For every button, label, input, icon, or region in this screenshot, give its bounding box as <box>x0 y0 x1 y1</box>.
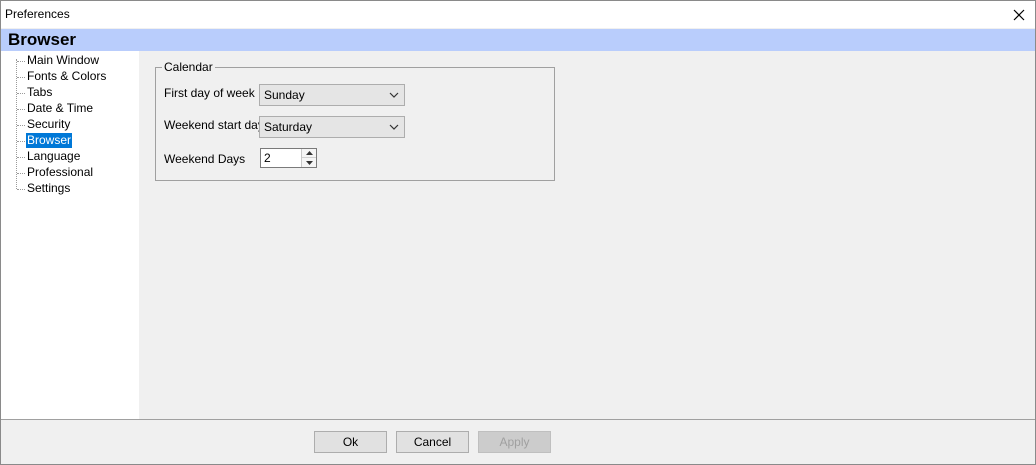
first-day-dropdown[interactable]: Sunday <box>259 84 405 106</box>
close-icon <box>1013 9 1025 20</box>
tree-item-label: Professional <box>27 165 94 179</box>
calendar-group-label: Calendar <box>162 60 215 74</box>
tree-branch <box>17 141 25 142</box>
tree-item-settings[interactable]: Settings <box>1 181 139 197</box>
tree-item-security[interactable]: Security <box>1 117 139 133</box>
settings-panel: Calendar First day of week Sunday Weeken… <box>139 51 1035 419</box>
tree-branch <box>17 93 25 94</box>
stepper-buttons <box>301 149 316 167</box>
tree-branch <box>17 109 25 110</box>
close-button[interactable] <box>1003 1 1035 28</box>
tree-item-label: Language <box>27 149 81 163</box>
preferences-window: Preferences Browser Main Window Fonts & … <box>0 0 1036 465</box>
tree-item-language[interactable]: Language <box>1 149 139 165</box>
chevron-down-icon <box>389 124 399 130</box>
category-tree: Main Window Fonts & Colors Tabs Date & T… <box>1 51 139 419</box>
tree-item-professional[interactable]: Professional <box>1 165 139 181</box>
triangle-up-icon <box>305 151 313 155</box>
weekend-days-label: Weekend Days <box>164 152 246 166</box>
tree-branch <box>17 61 25 62</box>
dialog-footer: Ok Cancel Apply <box>1 419 1035 464</box>
tree-item-label: Tabs <box>27 85 53 99</box>
triangle-down-icon <box>305 160 313 165</box>
ok-button[interactable]: Ok <box>314 431 387 453</box>
tree-item-label: Fonts & Colors <box>27 69 107 83</box>
section-header: Browser <box>1 29 1035 51</box>
increment-button[interactable] <box>302 149 316 158</box>
tree-branch <box>17 157 25 158</box>
tree-item-label-selected: Browser <box>26 133 73 148</box>
tree-item-fonts-colors[interactable]: Fonts & Colors <box>1 69 139 85</box>
apply-button[interactable]: Apply <box>478 431 551 453</box>
weekend-start-dropdown[interactable]: Saturday <box>259 116 405 138</box>
weekend-days-input[interactable] <box>261 149 301 167</box>
tree-item-date-time[interactable]: Date & Time <box>1 101 139 117</box>
weekend-start-label: Weekend start day <box>164 118 264 132</box>
tree-item-tabs[interactable]: Tabs <box>1 85 139 101</box>
first-day-value: Sunday <box>264 88 305 102</box>
decrement-button[interactable] <box>302 158 316 167</box>
section-title: Browser <box>8 30 77 49</box>
title-bar: Preferences <box>1 1 1035 28</box>
tree-branch <box>17 189 25 190</box>
tree-branch <box>17 173 25 174</box>
calendar-group: Calendar First day of week Sunday Weeken… <box>155 60 555 181</box>
chevron-down-icon <box>389 92 399 98</box>
cancel-button[interactable]: Cancel <box>396 431 469 453</box>
tree-item-browser[interactable]: Browser <box>1 133 139 149</box>
window-title: Preferences <box>5 7 70 21</box>
tree-branch <box>17 125 25 126</box>
tree-item-label: Main Window <box>27 53 100 67</box>
first-day-label: First day of week <box>164 86 255 100</box>
weekend-start-value: Saturday <box>264 120 313 134</box>
tree-item-main-window[interactable]: Main Window <box>1 53 139 69</box>
tree-item-label: Settings <box>27 181 71 195</box>
tree-item-label: Security <box>27 117 71 131</box>
tree-branch <box>17 77 25 78</box>
weekend-days-stepper <box>260 148 317 168</box>
tree-item-label: Date & Time <box>27 101 94 115</box>
